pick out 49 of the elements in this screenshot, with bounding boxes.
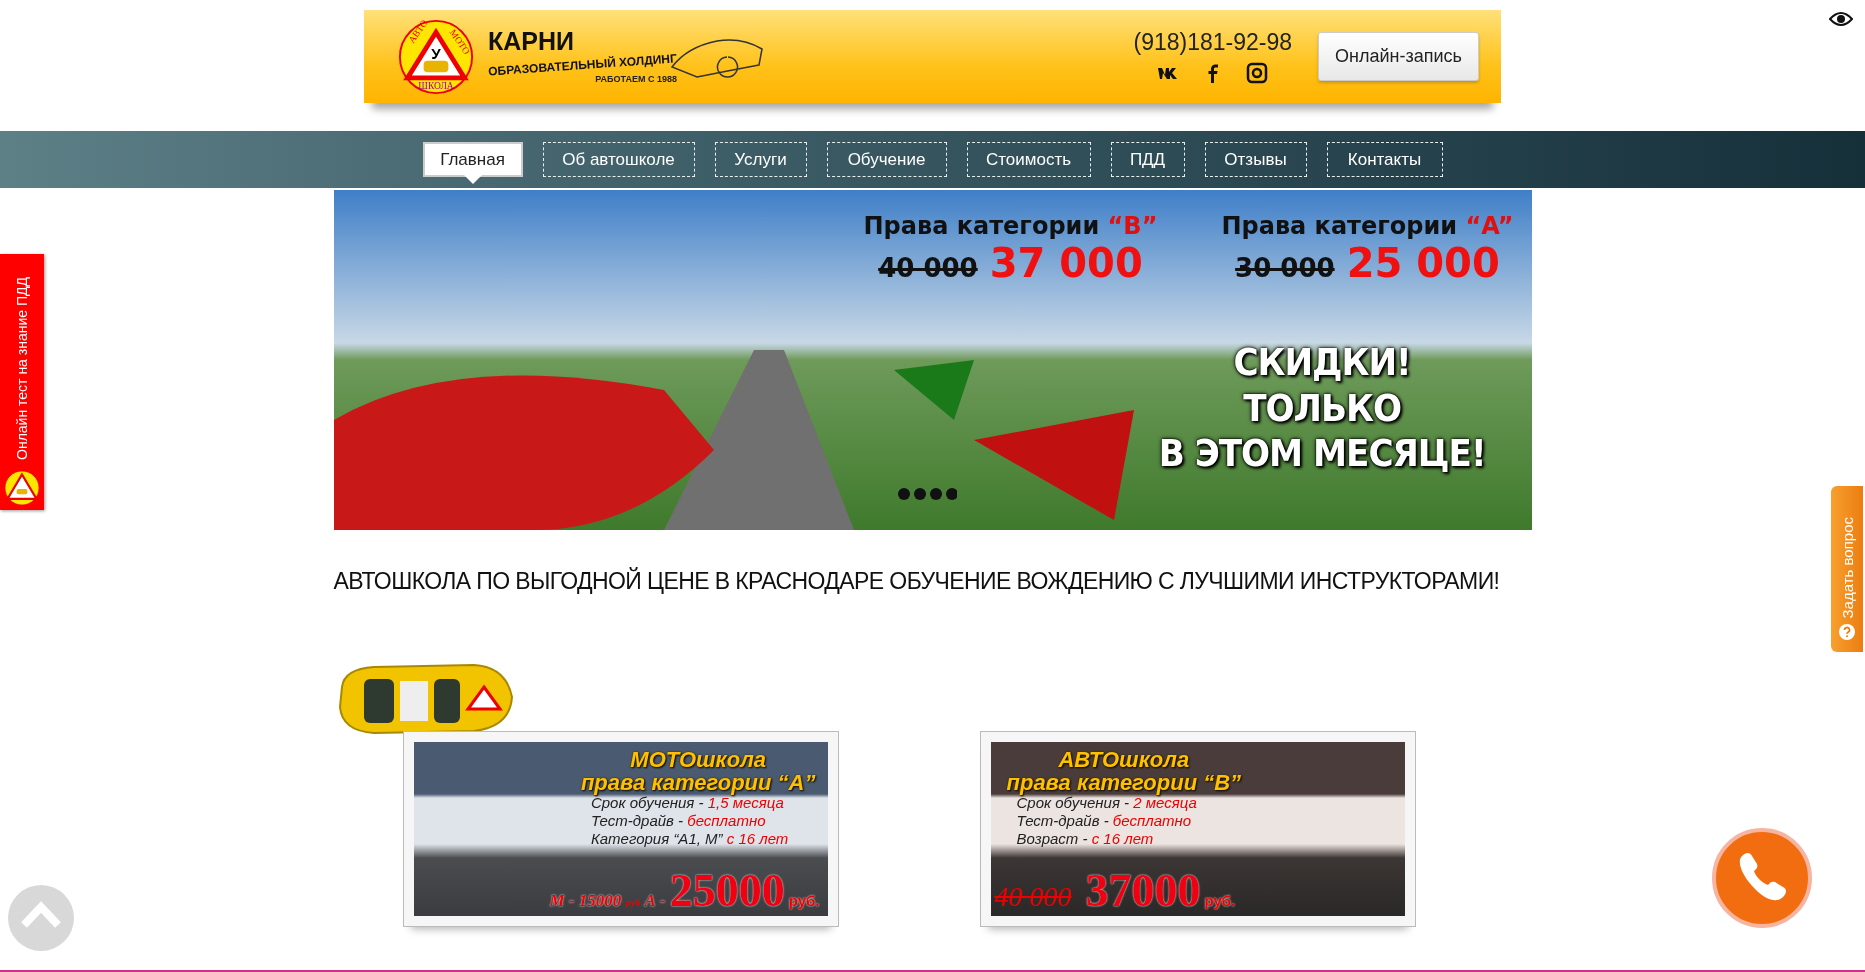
card-title: МОТОшкола (630, 748, 767, 772)
card-detail: Возраст - с 16 лет (1016, 830, 1154, 849)
card-detail: Срок обучения - 1,5 месяца (590, 794, 784, 813)
slider-dots-icon[interactable] (896, 487, 957, 501)
old-price: 30 000 (1235, 253, 1335, 283)
nav-tab[interactable]: Стоимость (966, 142, 1091, 177)
currency-label: руб (625, 897, 641, 908)
eye-icon[interactable] (1829, 10, 1853, 28)
offer-price: 37 000 (989, 240, 1143, 286)
nav-tab[interactable]: Услуги (714, 142, 807, 177)
logo-badge (4, 470, 40, 506)
card-subtitle: права категории “B” (1006, 771, 1242, 795)
promo-card[interactable]: МОТОшкола права категории “A” Срок обучения - 1,5 месяца Тест-драйв - бесплатно Категория “А1, М” с 16 лет М - 15000 руб А -25000 руб. (402, 731, 839, 927)
nav-tab[interactable]: Отзывы (1204, 142, 1307, 177)
offer-price: 25 000 (1346, 240, 1500, 286)
call-button[interactable] (1712, 828, 1812, 928)
card-detail: Тест-драйв - бесплатно (590, 812, 766, 831)
price-label: А - (644, 891, 666, 911)
offer-title: Права категории “A” (1221, 212, 1514, 240)
pdd-test-tab[interactable]: Онлайн тест на знание ПДД (0, 254, 44, 510)
nav-tab[interactable]: Обучение (826, 142, 947, 177)
promo-card[interactable]: АВТОшкола права категории “B” Срок обучения - 2 месяца Тест-драйв - бесплатно Возраст - с 16 лет 40 000 37000 руб. (979, 731, 1416, 927)
nav-tab[interactable]: Об автошколе (542, 142, 695, 177)
brand-name: КАРНИ (488, 29, 575, 54)
tab-pointer-icon (463, 175, 482, 184)
card-detail: Срок обучения - 2 месяца (1016, 794, 1197, 813)
card-price: 25000 (669, 868, 785, 914)
old-price: 40 000 (994, 881, 1072, 913)
nav-tab[interactable]: ПДД (1110, 142, 1185, 177)
brand-since: РАБОТАЕМ С 1988 (595, 74, 677, 84)
promo-text: В ЭТОМ МЕСЯЦЕ! (1158, 431, 1486, 477)
camera-icon[interactable] (1244, 62, 1269, 84)
offer-title: Права категории “B” (863, 212, 1158, 240)
nav-tab[interactable]: Контакты (1326, 142, 1443, 177)
moto-m-price: М - 15000 (549, 891, 622, 911)
card-title: АВТОшкола (1058, 748, 1190, 772)
promo-text: СКИДКИ! (1233, 340, 1411, 386)
currency-label: руб. (788, 892, 820, 909)
card-detail: Тест-драйв - бесплатно (1016, 812, 1192, 831)
currency-label: руб. (1204, 892, 1236, 909)
promo-text: ТОЛЬКО (1243, 385, 1401, 432)
question-icon (1839, 624, 1855, 640)
card-subtitle: права категории “A” (580, 771, 816, 795)
online-booking-button[interactable]: Онлайн-запись (1318, 32, 1479, 81)
card-price: 37000 (1085, 868, 1201, 914)
card-detail: Категория “А1, М” с 16 лет (590, 830, 789, 849)
phone-number[interactable]: (918)181-92-98 (1133, 29, 1293, 56)
page-heading: АВТОШКОЛА ПО ВЫГОДНОЙ ЦЕНЕ В КРАСНОДАРЕ ОБУЧЕНИЕ ВОЖДЕНИЮ С ЛУЧШИМИ ИНСТРУКТОРАМИ! (333, 568, 1501, 595)
old-price: 40 000 (878, 253, 978, 283)
